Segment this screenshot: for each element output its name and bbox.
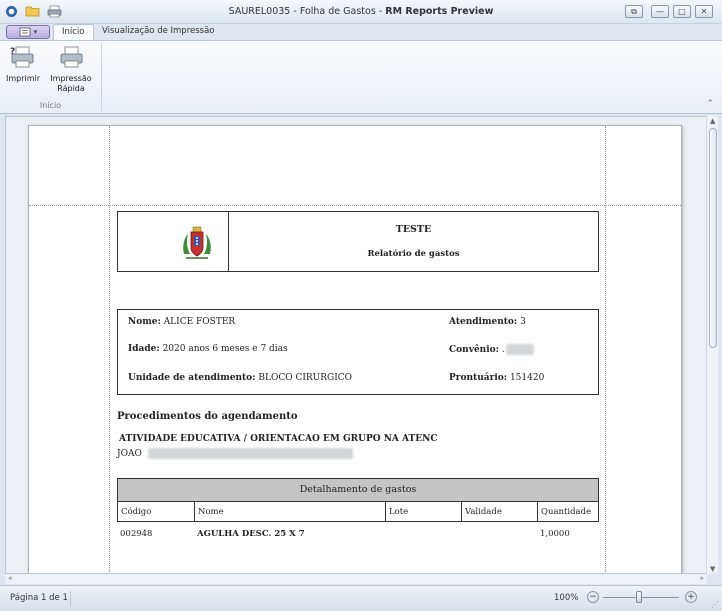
print-label: Imprimir	[6, 74, 41, 83]
ribbon-tabs: ▾ Início Visualização de Impressão	[0, 24, 722, 40]
zoom-slider-thumb[interactable]	[636, 591, 642, 603]
column-header-quantidade: Quantidade	[541, 507, 592, 517]
maximize-button[interactable]: □	[673, 5, 691, 18]
margin-guide-top	[29, 205, 681, 206]
printer-icon	[60, 46, 83, 68]
vertical-scroll-thumb[interactable]	[709, 128, 717, 348]
column-header-validade: Validade	[462, 502, 538, 522]
tab-visualizacao-impressao[interactable]: Visualização de Impressão	[94, 24, 223, 40]
title-bar: SAUREL0035 - Folha de Gastos - RM Report…	[0, 0, 722, 24]
page-info: Página 1 de 1	[10, 593, 68, 603]
attendance-field: Atendimento: 3	[449, 317, 526, 327]
expenses-table-title: Detalhamento de gastos	[118, 479, 598, 502]
ribbon-group-label: Início	[39, 101, 62, 110]
vertical-scrollbar[interactable]: ▲ ▼	[706, 116, 718, 574]
quick-print-button[interactable]: Impressão Rápida	[48, 45, 94, 94]
procedures-title: Procedimentos do agendamento	[117, 411, 298, 422]
scroll-right-icon[interactable]: ▸	[700, 574, 704, 582]
scroll-left-icon[interactable]: ◂	[8, 574, 12, 582]
redacted-professional	[147, 448, 353, 459]
status-bar: Página 1 de 1 100% − + ⋰	[0, 585, 722, 611]
margin-guide-right	[605, 126, 606, 573]
tab-inicio[interactable]: Início	[53, 24, 94, 40]
scroll-up-icon[interactable]: ▲	[710, 117, 715, 125]
application-menu-button[interactable]: ▾	[6, 25, 50, 39]
margin-guide-left	[109, 126, 110, 573]
zoom-level: 100%	[554, 593, 579, 603]
window-title: SAUREL0035 - Folha de Gastos - RM Report…	[228, 6, 494, 17]
row-quantity: 1,0000	[540, 529, 570, 539]
maximize-icon: □	[678, 7, 686, 16]
row-name: AGULHA DESC. 25 X 7	[197, 529, 305, 539]
ribbon-group-separator	[101, 43, 102, 111]
expenses-table: Detalhamento de gastos Código Nome Lote …	[117, 478, 599, 522]
patient-info: Nome: ALICE FOSTER Idade: 2020 anos 6 me…	[117, 309, 599, 395]
age-field: Idade: 2020 anos 6 meses e 7 dias	[128, 344, 288, 354]
report-header: TESTE Relatório de gastos	[117, 211, 599, 272]
name-field: Nome: ALICE FOSTER	[128, 317, 236, 327]
unit-field: Unidade de atendimento: BLOCO CIRURGICO	[128, 373, 353, 383]
report-subtitle: Relatório de gastos	[367, 249, 460, 259]
printer-help-icon: ?	[10, 46, 34, 68]
status-separator	[70, 591, 71, 606]
column-header-codigo: Código	[118, 502, 195, 522]
report-title: TESTE	[395, 224, 432, 235]
menu-icon	[19, 27, 31, 37]
column-header-nome: Nome	[195, 502, 386, 522]
ribbon: ? Imprimir Impressão Rápida Início ⌃	[0, 40, 722, 114]
resize-grip-icon[interactable]: ⋰	[711, 600, 719, 609]
preview-viewport[interactable]: TESTE Relatório de gastos Nome: ALICE FO…	[5, 116, 707, 574]
zoom-in-button[interactable]: +	[685, 591, 697, 603]
professional-name: JOAO	[117, 448, 353, 459]
row-code: 002948	[120, 529, 153, 539]
plus-icon: +	[687, 591, 695, 602]
minimize-icon: —	[656, 7, 664, 16]
scroll-down-icon[interactable]: ▼	[710, 565, 715, 573]
quick-print-label-line1: Impressão	[50, 74, 92, 83]
record-field: Prontuário: 151420	[449, 373, 545, 383]
column-header-lote: Lote	[386, 502, 462, 522]
coat-of-arms-logo	[180, 224, 214, 267]
horizontal-scrollbar[interactable]: ◂ ▸	[5, 574, 707, 584]
close-button[interactable]: ✕	[695, 5, 713, 18]
header-divider	[228, 212, 229, 271]
restore-ribbon-button[interactable]: ⧉	[625, 5, 643, 18]
report-page: TESTE Relatório de gastos Nome: ALICE FO…	[28, 125, 682, 573]
chevron-down-icon: ▾	[33, 28, 38, 36]
ribbon-toggle-icon: ⧉	[631, 6, 637, 16]
collapse-ribbon-icon[interactable]: ⌃	[706, 99, 714, 109]
zoom-out-button[interactable]: −	[587, 591, 599, 603]
procedure-name: ATIVIDADE EDUCATIVA / ORIENTACAO EM GRUP…	[119, 434, 438, 444]
minus-icon: −	[589, 591, 597, 602]
print-button[interactable]: ? Imprimir	[6, 45, 41, 84]
minimize-button[interactable]: —	[651, 5, 669, 18]
close-icon: ✕	[700, 7, 708, 16]
quick-print-label-line2: Rápida	[57, 84, 85, 93]
insurance-field: Convênio: .	[449, 344, 534, 355]
redacted-insurance	[505, 344, 534, 355]
